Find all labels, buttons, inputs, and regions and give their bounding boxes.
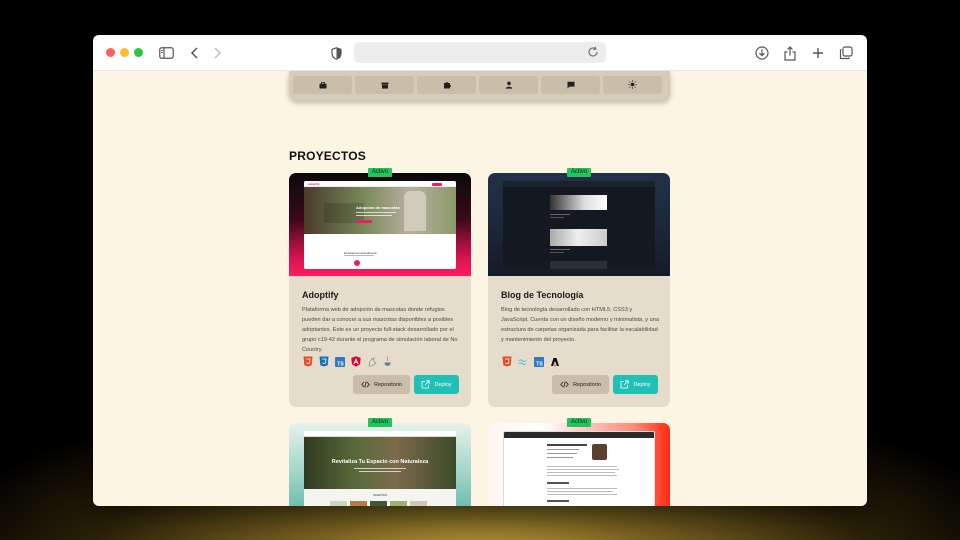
sidebar-icon[interactable] (157, 44, 175, 62)
status-badge: Activo (368, 418, 392, 427)
astro-icon (549, 356, 560, 367)
java-icon (382, 356, 393, 367)
nav-experience-button[interactable] (293, 76, 352, 94)
sun-icon (628, 76, 637, 94)
project-screenshot: adoptify Adopción de mascotas El adopció… (304, 181, 456, 269)
screenshot-hero-title: Revitaliza Tu Espacio con Naturaleza (331, 459, 429, 465)
css3-icon (318, 356, 329, 367)
minimize-window-button[interactable] (120, 48, 129, 57)
nav-skills-button[interactable] (417, 76, 476, 94)
typescript-icon: TS (334, 356, 345, 367)
project-thumbnail[interactable] (488, 423, 670, 506)
back-icon[interactable] (186, 44, 204, 62)
project-screenshot: Revitaliza Tu Espacio con Naturaleza OFE… (304, 431, 456, 506)
reload-icon[interactable] (587, 45, 601, 59)
browser-window: PROYECTOS adoptify Adopción de mascotas … (93, 35, 867, 506)
tech-stack: TS (302, 356, 393, 367)
project-screenshot (503, 181, 655, 269)
theme-toggle-button[interactable] (603, 76, 662, 94)
status-badge: Activo (567, 418, 591, 427)
floating-navbar (289, 71, 670, 100)
status-badge: Activo (368, 168, 392, 177)
user-icon (505, 76, 513, 94)
deploy-label: Deploy (633, 381, 651, 388)
page-content: PROYECTOS adoptify Adopción de mascotas … (93, 71, 867, 506)
briefcase-icon (319, 76, 327, 94)
screenshot-brand: adoptify (308, 182, 320, 186)
forward-icon[interactable] (208, 44, 226, 62)
puzzle-icon (443, 76, 451, 94)
zoom-window-button[interactable] (134, 48, 143, 57)
screenshot-section-label: OFERTAS (373, 493, 387, 497)
project-description: Blog de tecnología desarrollado con HTML… (501, 307, 659, 343)
new-tab-icon[interactable] (809, 44, 827, 62)
nav-about-button[interactable] (479, 76, 538, 94)
tailwind-icon (517, 356, 528, 367)
address-bar[interactable] (354, 42, 606, 63)
repository-label: Repositorio (374, 381, 402, 388)
project-thumbnail[interactable]: adoptify Adopción de mascotas El adopció… (289, 173, 471, 276)
project-thumbnail[interactable] (488, 173, 670, 276)
html5-icon (501, 356, 512, 367)
project-screenshot (503, 431, 655, 506)
code-icon (560, 380, 569, 389)
repository-button[interactable]: Repositorio (552, 375, 609, 394)
tech-stack: TS (501, 356, 560, 367)
archive-icon (381, 76, 389, 94)
shield-icon[interactable] (327, 44, 345, 62)
nav-contact-button[interactable] (541, 76, 600, 94)
deploy-label: Deploy (434, 381, 452, 388)
nestjs-icon (366, 356, 377, 367)
status-badge: Activo (567, 168, 591, 177)
project-card (488, 423, 670, 506)
external-link-icon (421, 380, 431, 389)
section-title: PROYECTOS (289, 149, 366, 163)
message-icon (567, 76, 575, 94)
close-window-button[interactable] (106, 48, 115, 57)
share-icon[interactable] (781, 44, 799, 62)
deploy-button[interactable]: Deploy (613, 375, 658, 394)
deploy-button[interactable]: Deploy (414, 375, 459, 394)
html5-icon (302, 356, 313, 367)
project-card: Blog de Tecnología Blog de tecnología de… (488, 173, 670, 407)
repository-button[interactable]: Repositorio (353, 375, 410, 394)
code-icon (361, 380, 370, 389)
svg-text:TS: TS (536, 361, 543, 367)
svg-text:TS: TS (337, 361, 344, 367)
screenshot-hero-title: Adopción de mascotas (356, 205, 400, 210)
project-card: Revitaliza Tu Espacio con Naturaleza OFE… (289, 423, 471, 506)
tabs-icon[interactable] (837, 44, 855, 62)
project-title: Adoptify (302, 290, 339, 300)
repository-label: Repositorio (573, 381, 601, 388)
typescript-icon: TS (533, 356, 544, 367)
project-description: Plataforma web de adopción de mascotas d… (302, 307, 458, 353)
download-icon[interactable] (753, 44, 771, 62)
browser-toolbar (93, 35, 867, 71)
nav-projects-button[interactable] (355, 76, 414, 94)
angular-icon (350, 356, 361, 367)
project-title: Blog de Tecnología (501, 290, 584, 300)
external-link-icon (620, 380, 630, 389)
project-thumbnail[interactable]: Revitaliza Tu Espacio con Naturaleza OFE… (289, 423, 471, 506)
project-card: adoptify Adopción de mascotas El adopció… (289, 173, 471, 407)
